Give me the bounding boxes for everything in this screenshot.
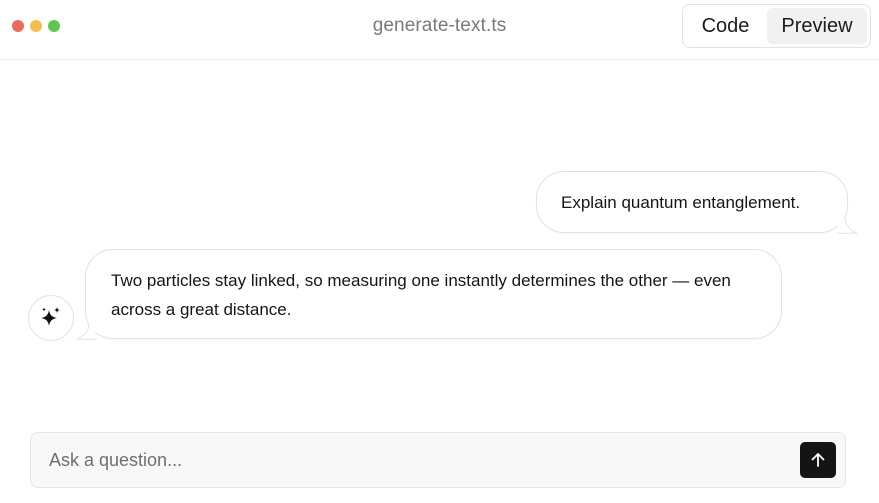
assistant-message-text: Two particles stay linked, so measuring …	[111, 271, 731, 319]
bubble-tail	[833, 218, 857, 234]
sparkles-icon	[41, 307, 60, 326]
app-window: generate-text.ts Code Preview Explain qu…	[0, 0, 879, 503]
user-message-bubble: Explain quantum entanglement.	[536, 171, 857, 234]
bubble-tail	[77, 324, 101, 340]
title-bar: generate-text.ts Code Preview	[0, 0, 879, 60]
send-button[interactable]	[800, 442, 836, 478]
message-composer	[30, 432, 846, 488]
question-input[interactable]	[49, 433, 789, 487]
code-tab[interactable]: Code	[686, 8, 765, 44]
assistant-avatar	[28, 295, 74, 341]
assistant-message-bubble: Two particles stay linked, so measuring …	[77, 249, 782, 340]
preview-tab[interactable]: Preview	[767, 8, 867, 44]
user-message-text: Explain quantum entanglement.	[561, 193, 801, 212]
arrow-up-icon	[811, 453, 825, 467]
view-toggle: Code Preview	[682, 4, 871, 48]
